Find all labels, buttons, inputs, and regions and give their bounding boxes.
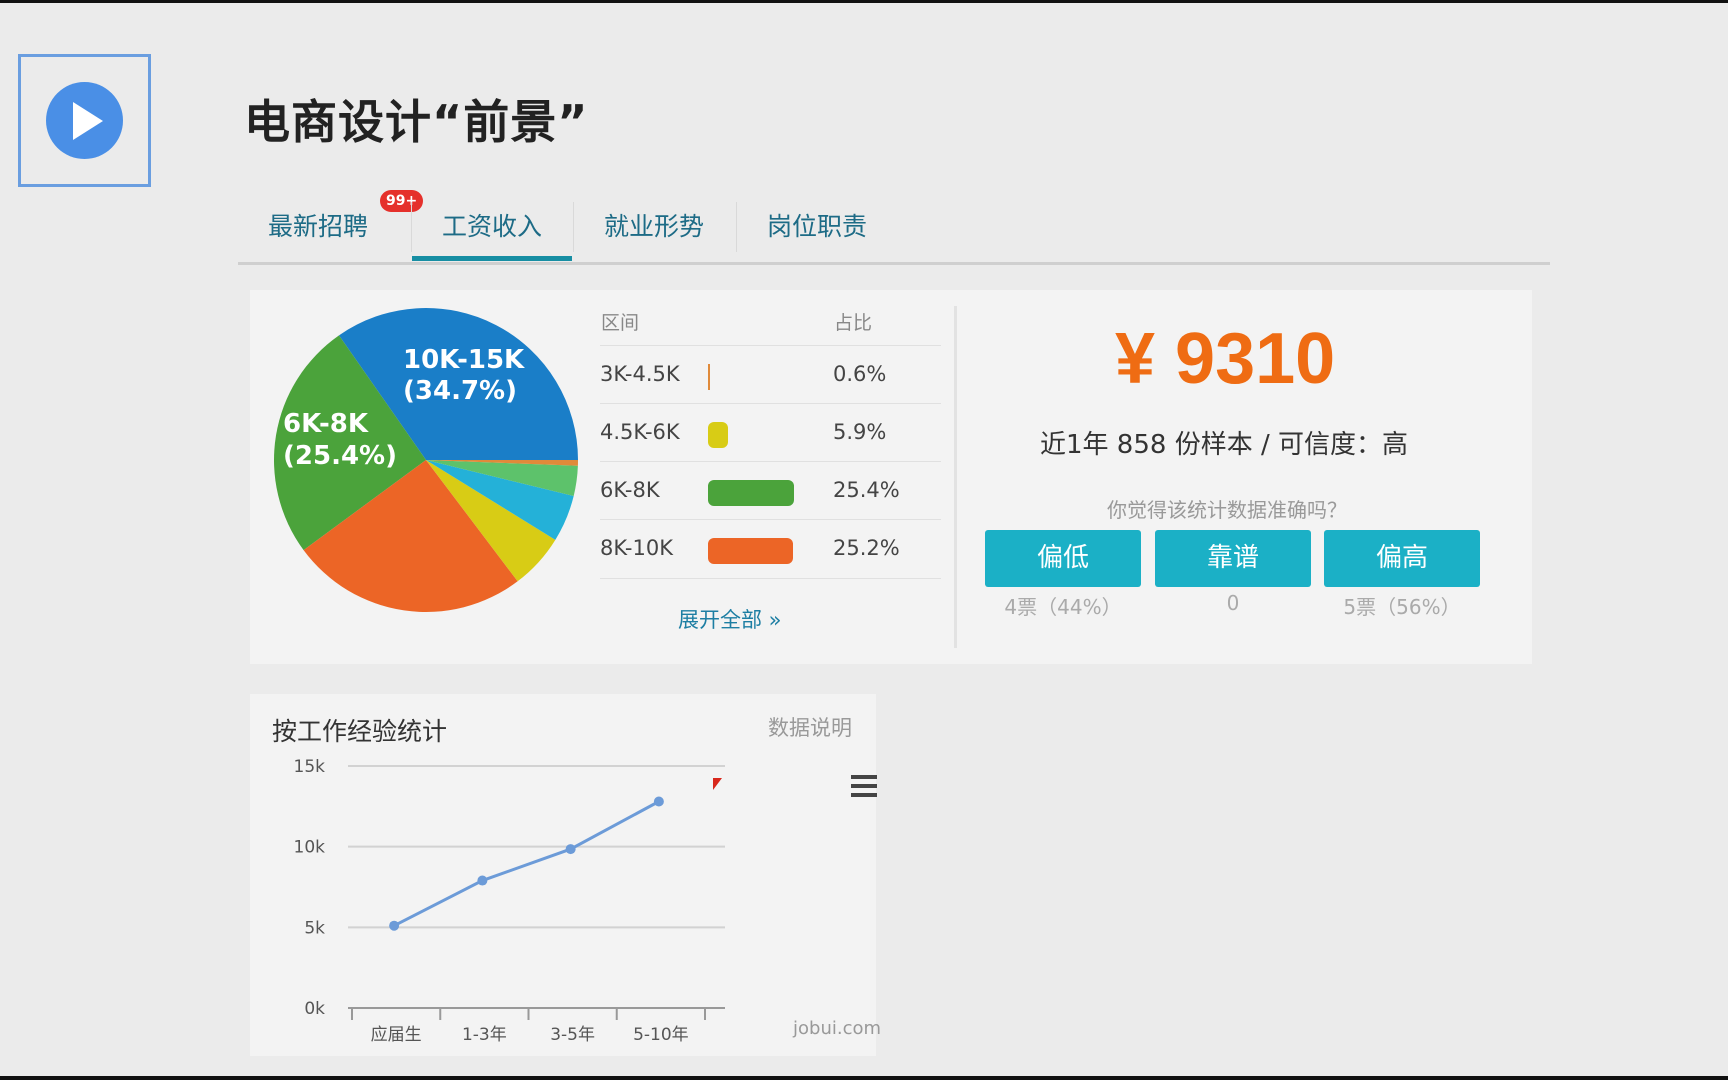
dist-header-range: 区间 xyxy=(601,312,640,334)
tab-duties[interactable]: 岗位职责 xyxy=(737,196,897,258)
chart-credit: jobui.com xyxy=(793,1018,882,1039)
tab-label: 岗位职责 xyxy=(766,212,867,241)
dist-pct: 25.2% xyxy=(833,536,900,560)
dist-row: 4.5K-6K 5.9% xyxy=(600,403,941,462)
data-note-link[interactable]: 数据说明 xyxy=(768,712,852,742)
salary-pie-chart: 10K-15K (34.7%) 6K-8K (25.4%) xyxy=(273,308,578,612)
experience-line-chart: 0k 5k 10k 15k 应届生 1-3年 3-5年 5-10年 xyxy=(294,757,725,1045)
dist-bar xyxy=(708,538,794,564)
sample-info: 近1年 858 份样本 / 可信度：高 xyxy=(1040,430,1408,460)
dist-row: 8K-10K 25.2% xyxy=(600,519,941,579)
dist-range: 6K-8K xyxy=(600,478,660,502)
x-tick-label: 应届生 xyxy=(371,1025,422,1045)
dist-range: 4.5K-6K xyxy=(600,420,680,444)
data-point[interactable] xyxy=(653,796,664,807)
experience-chart-title: 按工作经验统计 xyxy=(272,717,448,746)
dist-bar xyxy=(708,364,710,390)
dist-range: 8K-10K xyxy=(600,536,673,560)
vote-high-button[interactable]: 偏高 xyxy=(1324,530,1480,587)
vote-low-count: 4票（44%） xyxy=(1004,595,1122,619)
play-logo xyxy=(18,54,151,187)
mouse-cursor-icon xyxy=(713,778,722,790)
x-tick-label: 5-10年 xyxy=(633,1025,689,1045)
pie-label-6k-8k-pct: (25.4%) xyxy=(283,441,397,471)
vote-accurate-button[interactable]: 靠谱 xyxy=(1155,530,1311,587)
x-tick-label: 1-3年 xyxy=(462,1025,507,1045)
dist-range: 3K-4.5K xyxy=(600,362,680,386)
top-border xyxy=(0,0,1728,3)
bottom-border xyxy=(0,1076,1728,1080)
dist-row: 3K-4.5K 0.6% xyxy=(600,345,941,404)
dist-pct: 5.9% xyxy=(833,420,887,444)
vote-accurate-count: 0 xyxy=(1226,591,1240,615)
tab-employment[interactable]: 就业形势 xyxy=(574,196,734,258)
series-line xyxy=(393,800,660,928)
y-tick-label: 10k xyxy=(294,838,326,858)
tab-label: 最新招聘 xyxy=(267,212,368,241)
tab-salary[interactable]: 工资收入 xyxy=(412,196,572,261)
pie-label-10k-15k: 10K-15K xyxy=(403,345,525,375)
slide-title: 电商设计“前景” xyxy=(244,95,589,149)
pie-label-6k-8k: 6K-8K xyxy=(283,409,369,439)
expand-all-link[interactable]: 展开全部 » xyxy=(678,604,782,634)
play-triangle-icon xyxy=(73,102,103,140)
tab-label: 工资收入 xyxy=(441,212,542,241)
vote-low-button[interactable]: 偏低 xyxy=(985,530,1141,587)
y-tick-label: 5k xyxy=(304,918,325,938)
y-tick-label: 15k xyxy=(294,757,326,777)
dist-bar xyxy=(708,422,728,448)
y-tick-label: 0k xyxy=(304,999,325,1019)
dist-pct: 25.4% xyxy=(833,478,900,502)
tab-label: 就业形势 xyxy=(603,212,704,241)
dist-pct: 0.6% xyxy=(833,362,887,386)
panel-divider xyxy=(954,306,957,648)
chart-menu-icon[interactable] xyxy=(851,775,877,797)
x-tick-label: 3-5年 xyxy=(550,1025,595,1045)
vote-high-count: 5票（56%） xyxy=(1343,595,1461,619)
data-point[interactable] xyxy=(477,875,488,886)
data-point[interactable] xyxy=(389,920,400,931)
tab-bar: 最新招聘 99+ 工资收入 就业形势 岗位职责 xyxy=(238,190,1550,265)
tab-latest-jobs[interactable]: 最新招聘 99+ xyxy=(238,190,424,258)
dist-header-ratio: 占比 xyxy=(834,312,873,334)
pie-label-10k-15k-pct: (34.7%) xyxy=(403,376,517,406)
average-salary: ¥ 9310 xyxy=(1115,319,1336,399)
accuracy-question: 你觉得该统计数据准确吗？ xyxy=(1107,498,1347,522)
dist-row: 6K-8K 25.4% xyxy=(600,461,941,520)
data-point[interactable] xyxy=(565,844,576,855)
dist-bar xyxy=(708,480,794,506)
